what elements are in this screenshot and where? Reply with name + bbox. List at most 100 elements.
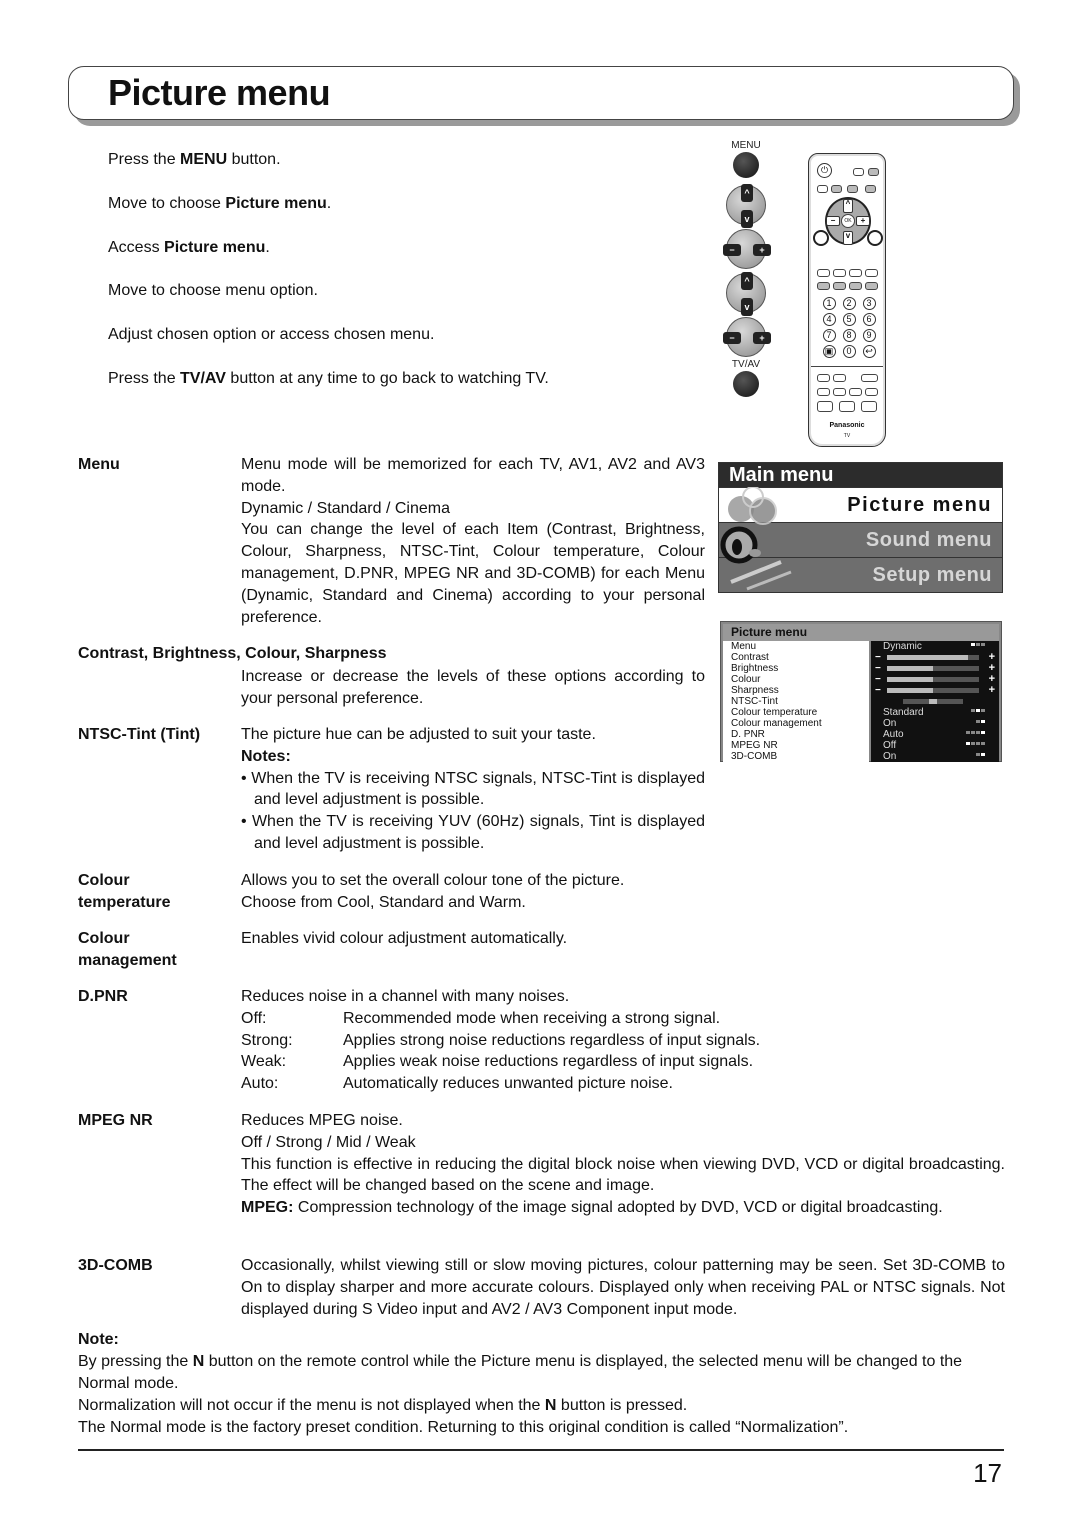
remote-button: [817, 269, 830, 277]
option-value: Standard: [883, 707, 924, 719]
picture-menu-row-value[interactable]: [871, 696, 999, 707]
down-arrow-icon: v: [741, 210, 753, 228]
number-key-icon: 3: [862, 297, 876, 310]
remote-button: [817, 388, 830, 396]
plus-icon: +: [988, 651, 995, 664]
note-paragraph: By pressing the N button on the remote c…: [78, 1353, 963, 1392]
plus-icon: +: [988, 673, 995, 686]
mpeg-definition: MPEG: Compression technology of the imag…: [241, 1199, 943, 1217]
slider-fill: [887, 688, 933, 694]
dpad-up-icon: ^: [843, 199, 853, 213]
picture-menu-row-label: Menu: [723, 641, 869, 652]
picture-menu-row-value[interactable]: − +: [871, 685, 999, 696]
minus-icon: −: [875, 663, 881, 675]
picture-menu-row-value[interactable]: On: [871, 751, 999, 762]
level-slider[interactable]: − +: [875, 673, 995, 686]
main-menu-title: Main menu: [719, 463, 1002, 487]
option-position-indicator: [966, 731, 985, 735]
slider-fill: [887, 666, 933, 672]
remote-button: [833, 269, 846, 277]
picture-menu-row[interactable]: Sharpness − +: [723, 685, 999, 696]
option-value: Auto: [883, 729, 904, 741]
picture-menu-row-value[interactable]: Auto: [871, 729, 999, 740]
note-block: Note: By pressing the N button on the re…: [78, 1329, 1004, 1439]
option-position-indicator: [976, 753, 985, 757]
picture-menu-row-value[interactable]: On: [871, 718, 999, 729]
picture-menu-row[interactable]: Menu Dynamic: [723, 641, 999, 652]
dpnr-option: Strong: Applies strong noise reductions r…: [241, 1031, 761, 1049]
picture-menu-row[interactable]: 3D-COMB On: [723, 751, 999, 762]
stop-button-icon: [817, 401, 833, 412]
def-mpeg-nr: Reduces MPEG noise. Off / Strong / Mid /…: [241, 1110, 1005, 1219]
picture-menu-row-value[interactable]: Standard: [871, 707, 999, 718]
picture-menu-osd: Picture menu Menu Dynamic Contrast − + Bright…: [720, 621, 1002, 762]
picture-menu-row-value[interactable]: Dynamic: [871, 641, 999, 652]
remote-button: [847, 185, 858, 193]
def-menu-line: Menu mode will be memorized for each TV,…: [241, 456, 705, 495]
tvav-button-label: TV/AV: [731, 359, 761, 370]
picture-menu-row-label: 3D-COMB: [723, 751, 869, 762]
remote-divider: [811, 366, 883, 367]
def-menu-line: Dynamic / Standard / Cinema: [241, 499, 450, 517]
step-3: Access Picture menu.: [108, 238, 270, 256]
remote-button: [868, 168, 879, 176]
picture-menu-row[interactable]: Brightness − +: [723, 663, 999, 674]
option-position-indicator: [971, 643, 985, 647]
def-dpnr-text: Reduces noise in a channel with many noi…: [241, 988, 570, 1005]
notes-label: Notes:: [241, 747, 291, 765]
ok-button-icon: OK: [841, 214, 855, 228]
picture-menu-row[interactable]: Colour management On: [723, 718, 999, 729]
picture-menu-row[interactable]: MPEG NR Off: [723, 740, 999, 751]
picture-menu-row[interactable]: Colour − +: [723, 674, 999, 685]
play-button-icon: [861, 401, 877, 412]
term-dpnr: D.PNR: [78, 988, 128, 1005]
level-slider[interactable]: − +: [875, 685, 995, 696]
step-2: Move to choose Picture menu.: [108, 194, 332, 212]
mascot-icon: [720, 487, 792, 591]
number-key-icon: 7: [822, 329, 836, 342]
picture-menu-row-value[interactable]: − +: [871, 674, 999, 685]
up-down-button-icon: ^ v: [726, 184, 766, 228]
picture-menu-row[interactable]: D. PNR Auto: [723, 729, 999, 740]
level-slider[interactable]: − +: [875, 651, 995, 664]
term-3d-comb: 3D-COMB: [78, 1257, 153, 1274]
slider-thumb[interactable]: [929, 699, 937, 705]
number-key-icon: ▣: [822, 345, 836, 358]
def-3d-comb: Occasionally, whilst viewing still or sl…: [241, 1257, 1005, 1318]
main-menu-osd: Main menu Picture menu Sound menu Setup …: [718, 462, 1003, 593]
note-paragraph: Normalization will not occur if the menu…: [78, 1397, 688, 1414]
remote-button: [849, 282, 862, 290]
term-mpeg-nr: MPEG NR: [78, 1112, 153, 1129]
picture-menu-row-value[interactable]: − +: [871, 652, 999, 663]
timer-button-icon: [833, 374, 846, 382]
def-line: Choose from Cool, Standard and Warm.: [241, 893, 526, 911]
remote-button: [833, 282, 846, 290]
picture-menu-row-value[interactable]: Off: [871, 740, 999, 751]
tint-slider[interactable]: [875, 698, 995, 705]
remote-button: [817, 185, 828, 193]
minus-icon: −: [875, 652, 881, 664]
steps-list: Press the MENU button. Move to choose Pi…: [108, 150, 668, 413]
footer-divider: [78, 1449, 1004, 1451]
picture-menu-row[interactable]: NTSC-Tint: [723, 696, 999, 707]
picture-menu-row-label: Colour management: [723, 718, 869, 729]
picture-menu-row-label: Sharpness: [723, 685, 869, 696]
picture-menu-row[interactable]: Colour temperature Standard: [723, 707, 999, 718]
up-arrow-icon: ^: [741, 184, 753, 202]
up-down-button-icon: ^ v: [726, 272, 766, 316]
level-slider[interactable]: − +: [875, 663, 995, 675]
option-position-indicator: [976, 720, 985, 724]
note-paragraph: The Normal mode is the factory preset co…: [78, 1419, 849, 1436]
menu-button-label: MENU: [731, 140, 761, 151]
option-value: Dynamic: [883, 641, 922, 653]
power-icon: ⏻: [817, 163, 832, 178]
number-key-icon: 0: [842, 345, 856, 358]
minus-plus-button-icon: − +: [723, 229, 771, 269]
picture-menu-row-value[interactable]: − +: [871, 663, 999, 674]
picture-menu-row[interactable]: Contrast − +: [723, 652, 999, 663]
menu-button-icon: [733, 152, 759, 178]
fast-forward-button-icon: [865, 388, 878, 396]
minus-icon: −: [723, 332, 741, 344]
term-ntsc-tint: NTSC-Tint (Tint): [78, 726, 201, 743]
picture-menu-row-label: NTSC-Tint: [723, 696, 869, 707]
